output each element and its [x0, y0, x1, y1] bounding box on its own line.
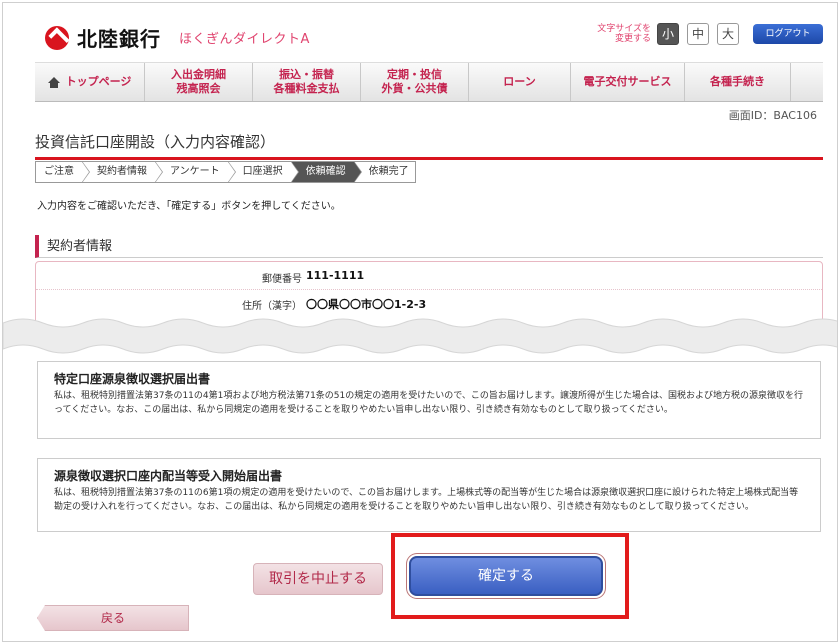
- notice-body: 私は、租税特別措置法第37条の11の6第1項の規定の適用を受けたいので、この旨お…: [54, 488, 799, 512]
- nav-item-label: トップページ: [65, 75, 132, 88]
- nav-item-label: 各種手続き: [710, 75, 765, 88]
- home-icon: [47, 76, 60, 88]
- nav-item-label: 外貨・公共債: [381, 82, 448, 95]
- font-size-small-button[interactable]: 小: [657, 23, 679, 45]
- nav-item-statement[interactable]: 入出金明細 残高照会: [145, 63, 253, 101]
- address-label: 住所（漢字）: [242, 301, 302, 312]
- nav-item-label: 入出金明細: [171, 68, 226, 81]
- notice-title: 源泉徴収選択口座内配当等受入開始届出書: [54, 469, 283, 483]
- nav-item-e-delivery[interactable]: 電子交付サービス: [571, 63, 685, 101]
- notice-dividend-acceptance: 源泉徴収選択口座内配当等受入開始届出書 私は、租税特別措置法第37条の11の6第…: [37, 458, 821, 532]
- step-survey: アンケート: [155, 161, 236, 183]
- nav-item-transfer[interactable]: 振込・振替 各種料金支払: [253, 63, 361, 101]
- bank-logo[interactable]: 北陸銀行 ほくぎんダイレクトA: [45, 23, 310, 52]
- bank-name: 北陸銀行: [77, 27, 161, 51]
- back-button[interactable]: 戻る: [37, 605, 189, 631]
- nav-item-deposit[interactable]: 定期・投信 外貨・公共債: [361, 63, 469, 101]
- bank-logo-mark-icon: [45, 25, 69, 50]
- font-size-medium-button[interactable]: 中: [687, 23, 709, 45]
- notice-title: 特定口座源泉徴収選択届出書: [54, 372, 211, 386]
- page-frame: 北陸銀行 ほくぎんダイレクトA 文字サイズを 変更する 小 中 大 ログアウト …: [2, 2, 838, 642]
- nav-item-label: 残高照会: [176, 82, 221, 95]
- nav-item-label: 定期・投信: [387, 68, 442, 81]
- page-title: 投資信託口座開設（入力内容確認）: [35, 131, 823, 160]
- postal-row: 郵便番号 111-1111: [36, 264, 822, 290]
- screen-id: 画面ID：BAC106: [728, 109, 817, 122]
- step-request-confirm: 依頼確認: [290, 161, 362, 183]
- notice-body: 私は、租税特別措置法第37条の11の4第1項および地方税法第71条の51の規定の…: [54, 391, 804, 415]
- section-title: 契約者情報: [35, 235, 823, 258]
- font-size-label-line1: 文字サイズを: [597, 24, 651, 34]
- font-size-large-button[interactable]: 大: [717, 23, 739, 45]
- postal-value: 111-1111: [306, 269, 365, 282]
- confirm-button[interactable]: 確定する: [409, 556, 603, 596]
- nav-item-loan[interactable]: ローン: [469, 63, 571, 101]
- global-nav: トップページ 入出金明細 残高照会 振込・振替 各種料金支払 定期・投信 外貨・公共債…: [35, 62, 823, 102]
- font-size-label: 文字サイズを 変更する: [595, 24, 651, 44]
- step-account-select: 口座選択: [227, 161, 299, 183]
- postal-label: 郵便番号: [262, 274, 302, 285]
- notice-withholding-selection: 特定口座源泉徴収選択届出書 私は、租税特別措置法第37条の11の4第1項および地…: [37, 361, 821, 439]
- font-size-label-line2: 変更する: [614, 34, 651, 44]
- address-value: 〇〇県〇〇市〇〇1-2-3: [306, 298, 427, 311]
- progress-steps: ご注意 契約者情報 アンケート 口座選択 依頼確認 依頼完了: [35, 161, 416, 183]
- nav-item-top[interactable]: トップページ: [35, 63, 145, 101]
- instruction-text: 入力内容をご確認いただき、「確定する」ボタンを押してください。: [37, 201, 341, 212]
- nav-item-label: ローン: [503, 75, 536, 88]
- step-caution: ご注意: [35, 161, 90, 183]
- step-request-complete: 依頼完了: [353, 161, 416, 183]
- nav-item-label: 振込・振替: [279, 68, 334, 81]
- cancel-transaction-button[interactable]: 取引を中止する: [253, 563, 383, 595]
- service-name: ほくぎんダイレクトA: [179, 32, 310, 47]
- step-contractor-info: 契約者情報: [82, 161, 163, 183]
- logout-button[interactable]: ログアウト: [753, 24, 823, 44]
- nav-item-label: 各種料金支払: [273, 82, 340, 95]
- nav-item-label: 電子交付サービス: [583, 75, 672, 88]
- omission-wave-divider: [3, 318, 837, 354]
- nav-item-procedures[interactable]: 各種手続き: [685, 63, 791, 101]
